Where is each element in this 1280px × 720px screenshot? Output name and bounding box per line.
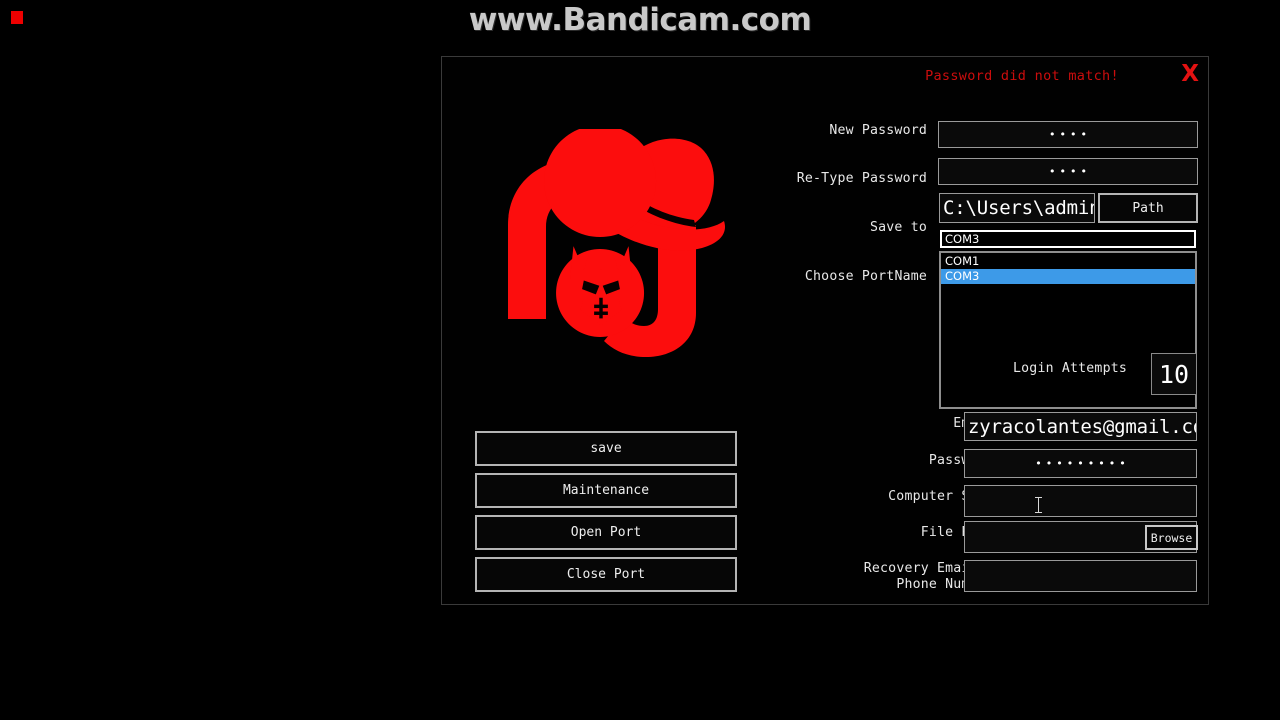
save-to-value: C:\Users\admin\ <box>943 197 1094 219</box>
email-field[interactable]: zyracolantes@gmail.com <box>964 412 1197 441</box>
new-password-field[interactable]: •••• <box>938 121 1198 148</box>
port-name-selected-value: COM3 <box>945 232 980 246</box>
port-name-combobox[interactable]: COM3 <box>940 230 1196 248</box>
save-button[interactable]: save <box>475 431 737 466</box>
retype-password-label: Re-Type Password <box>796 171 927 186</box>
retype-password-value: •••• <box>1049 165 1091 178</box>
path-button[interactable]: Path <box>1098 193 1198 223</box>
screen: www.Bandicam.com X Password did not matc… <box>0 0 1280 720</box>
open-port-button[interactable]: Open Port <box>475 515 737 550</box>
password-field[interactable]: ••••••••• <box>964 449 1197 478</box>
save-to-label: Save to <box>870 220 927 235</box>
close-icon[interactable]: X <box>1181 63 1199 86</box>
error-message: Password did not match! <box>925 68 1119 84</box>
port-name-option-com1[interactable]: COM1 <box>941 254 1195 269</box>
maintenance-button[interactable]: Maintenance <box>475 473 737 508</box>
login-attempts-field[interactable]: 10 <box>1151 353 1197 395</box>
email-value: zyracolantes@gmail.com <box>968 415 1196 438</box>
skull-fedora-logo <box>482 129 742 359</box>
password-value: ••••••••• <box>1035 457 1130 470</box>
port-name-label: Choose PortName <box>804 269 927 284</box>
save-to-field[interactable]: C:\Users\admin\ <box>939 193 1095 223</box>
computer-shop-field[interactable] <box>964 485 1197 517</box>
retype-password-field[interactable]: •••• <box>938 158 1198 185</box>
login-attempts-value: 10 <box>1158 359 1190 389</box>
browse-button[interactable]: Browse <box>1145 525 1198 550</box>
bandicam-watermark: www.Bandicam.com <box>468 2 812 38</box>
recovery-contact-field[interactable] <box>964 560 1197 592</box>
new-password-value: •••• <box>1049 128 1091 141</box>
login-attempts-label-text: Login Attempts <box>1013 361 1127 376</box>
new-password-label: New Password <box>829 123 927 138</box>
close-port-button[interactable]: Close Port <box>475 557 737 592</box>
application-window: X Password did not match! New Password •… <box>441 56 1209 605</box>
port-name-option-com3[interactable]: COM3 <box>941 269 1195 284</box>
